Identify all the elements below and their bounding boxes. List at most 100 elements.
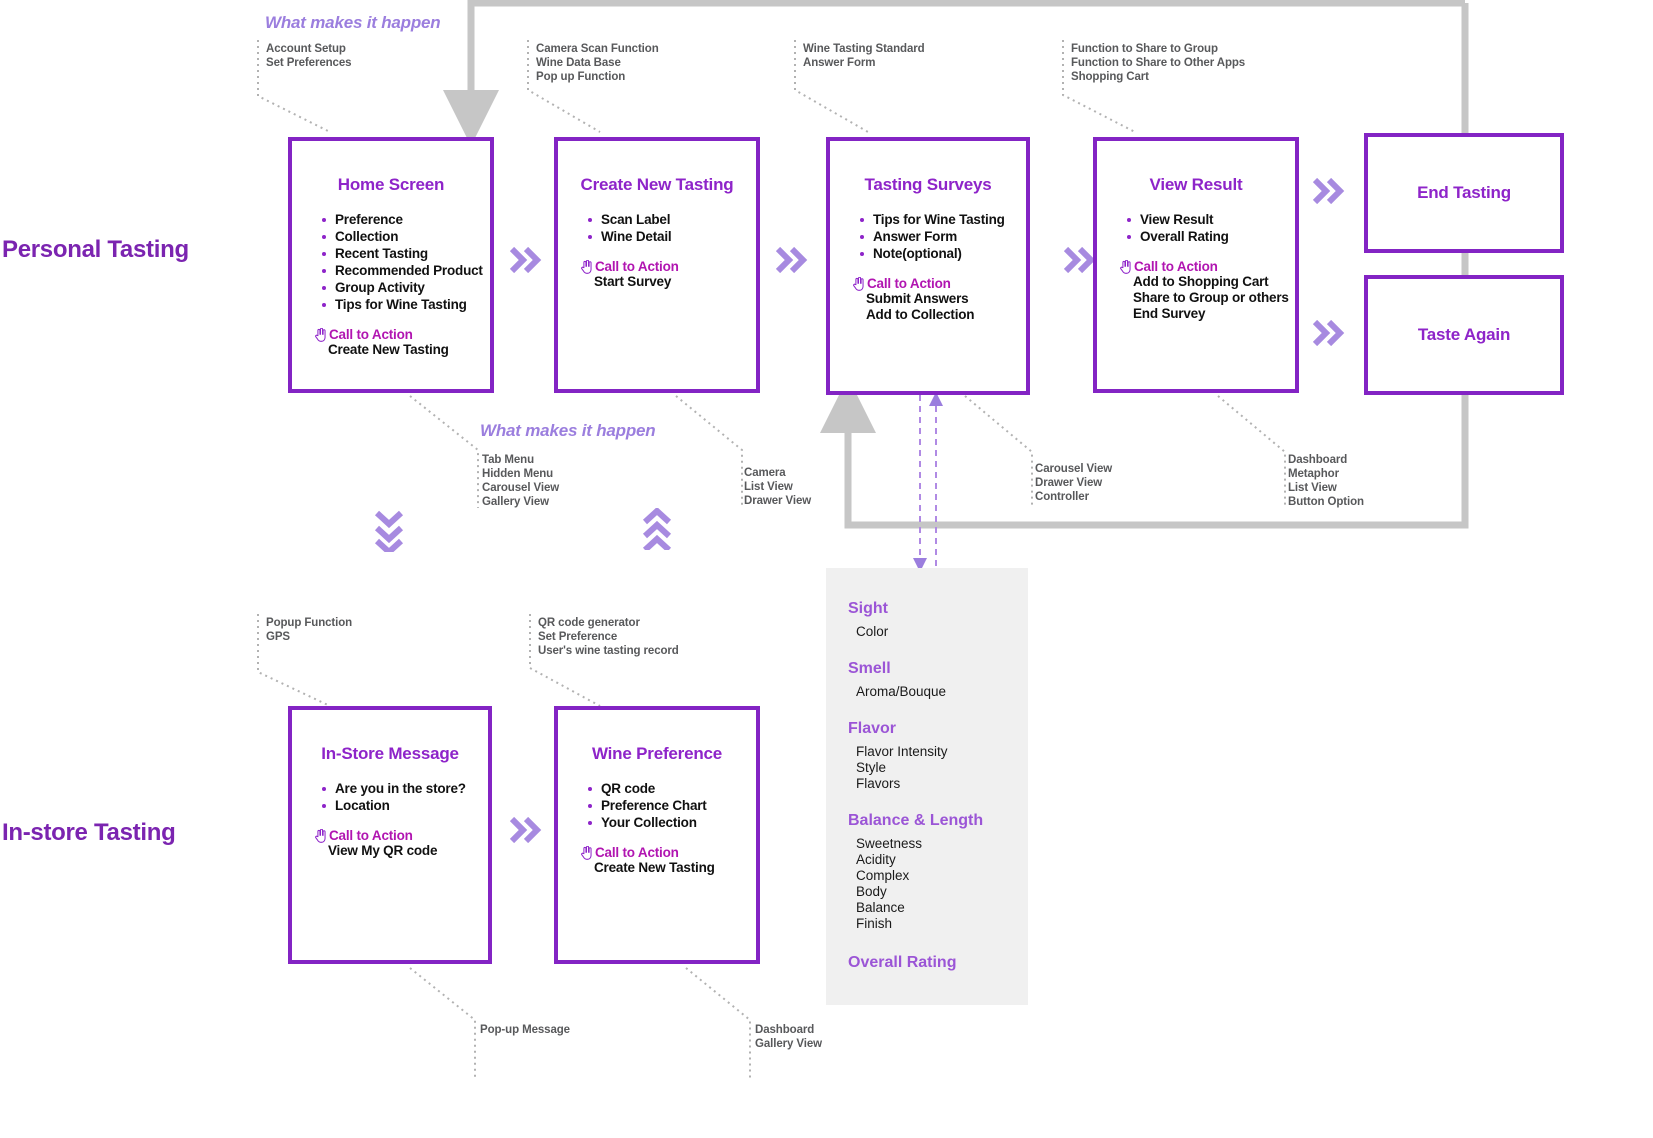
hand-click-icon: [581, 260, 592, 274]
survey-group-item: Balance: [856, 900, 905, 915]
call-to-action-header: Call to Action: [580, 845, 736, 860]
bullet-list: Preference Collection Recent Tasting Rec…: [320, 211, 483, 313]
annotation-line: Camera Scan Function: [536, 43, 659, 55]
section-label-in-store-tasting: In-store Tasting: [2, 819, 176, 846]
survey-criteria-panel: Sight Color Smell Aroma/Bouque Flavor Fl…: [826, 568, 1028, 1005]
survey-group-heading: Balance & Length: [848, 812, 984, 829]
annotation-dashboard-metaphor: Dashboard Metaphor List View Button Opti…: [1288, 453, 1364, 509]
annotation-share-functions: Function to Share to Group Function to S…: [1071, 42, 1245, 84]
annotation-line: Popup Function: [266, 617, 353, 629]
card-title-create-new-tasting: Create New Tasting: [580, 175, 734, 194]
call-to-action-block: Call to Action Submit Answers Add to Col…: [852, 276, 1006, 323]
call-to-action-item[interactable]: Submit Answers: [866, 291, 1006, 307]
chevron-down-icon-1: [374, 510, 406, 552]
annotation-line: Hidden Menu: [482, 468, 554, 480]
annotation-line: Gallery View: [755, 1038, 822, 1050]
chevron-right-icon: [1313, 178, 1345, 204]
card-taste-again[interactable]: Taste Again: [1364, 275, 1564, 395]
annotation-line: Gallery View: [482, 496, 549, 508]
leader-mid-2: [675, 395, 743, 508]
call-to-action-item[interactable]: Add to Shopping Cart: [1133, 274, 1275, 290]
call-to-action-block: Call to Action View My QR code: [314, 828, 468, 859]
annotation-line: List View: [744, 481, 793, 493]
annotation-line: Function to Share to Group: [1071, 43, 1218, 55]
call-to-action-item[interactable]: Start Survey: [594, 274, 736, 290]
annotation-line: Tab Menu: [482, 454, 535, 466]
leader-mid-4: [1217, 395, 1286, 505]
flow-diagram-canvas: Personal Tasting In-store Tasting What m…: [0, 0, 1653, 1138]
chevron-right-icon-2: [776, 247, 810, 273]
chevron-right-icon: [1313, 320, 1345, 346]
leader-mid-1: [409, 395, 479, 508]
annotation-carousel-drawer-controller: Carousel View Drawer View Controller: [1035, 462, 1112, 504]
annotation-popup-message: Pop-up Message: [480, 1023, 570, 1037]
call-to-action-label: Call to Action: [329, 828, 413, 843]
chevron-right-icon-6: [510, 817, 544, 843]
chevron-right-icon: [510, 247, 542, 273]
call-to-action-item[interactable]: Add to Collection: [866, 307, 1006, 323]
survey-group-item: Flavors: [856, 776, 901, 791]
bullet-list: View Result Overall Rating: [1125, 211, 1275, 245]
call-to-action-header: Call to Action: [314, 828, 468, 843]
annotation-line: List View: [1288, 482, 1337, 494]
call-to-action-label: Call to Action: [1134, 259, 1218, 274]
annotation-tab-menu: Tab Menu Hidden Menu Carousel View Galle…: [482, 453, 559, 509]
call-to-action-label: Call to Action: [867, 276, 951, 291]
survey-group-item: Body: [856, 884, 887, 899]
call-to-action-item[interactable]: End Survey: [1133, 306, 1275, 322]
card-home-screen[interactable]: Home Screen Preference Collection Recent…: [288, 137, 494, 393]
call-to-action-block: Call to Action Create New Tasting: [314, 327, 470, 358]
callout-what-makes-it-happen-top: What makes it happen: [265, 13, 441, 32]
leader-bottom-2: [685, 967, 751, 1078]
call-to-action-block: Call to Action Create New Tasting: [580, 845, 736, 876]
card-create-new-tasting[interactable]: Create New Tasting Scan Label Wine Detai…: [554, 137, 760, 393]
annotation-line: Drawer View: [1035, 477, 1103, 489]
chevron-right-icon: [510, 817, 542, 843]
list-item: Scan Label: [586, 211, 736, 228]
annotation-line: GPS: [266, 631, 290, 643]
annotation-wine-tasting-standard: Wine Tasting Standard Answer Form: [803, 42, 925, 70]
survey-group-heading: Flavor: [848, 720, 897, 737]
call-to-action-header: Call to Action: [852, 276, 1006, 291]
annotation-line: Pop-up Message: [480, 1024, 570, 1036]
hand-click-icon: [581, 846, 592, 860]
section-label-personal-tasting: Personal Tasting: [2, 236, 189, 263]
annotation-camera-scan: Camera Scan Function Wine Data Base Pop …: [536, 42, 659, 84]
chevron-up-icon: [642, 508, 672, 550]
leader-bottom-1: [409, 967, 476, 1078]
card-title-wine-preference: Wine Preference: [591, 744, 723, 763]
call-to-action-item[interactable]: View My QR code: [328, 843, 468, 859]
chevron-right-icon-1: [510, 247, 544, 273]
card-wine-preference[interactable]: Wine Preference QR code Preference Chart…: [554, 706, 760, 964]
list-item: Preference Chart: [586, 797, 736, 814]
annotation-line: Controller: [1035, 491, 1089, 503]
card-title-view-result: View Result: [1149, 175, 1243, 194]
chevron-up-icon-1: [642, 508, 674, 550]
annotation-dashboard-gallery: Dashboard Gallery View: [755, 1023, 822, 1051]
annotation-line: Dashboard: [1288, 454, 1348, 466]
annotation-line: Drawer View: [744, 495, 812, 507]
card-title-in-store-message: In-Store Message: [321, 744, 459, 763]
card-end-tasting[interactable]: End Tasting: [1364, 133, 1564, 253]
card-title-taste-again: Taste Again: [1417, 325, 1511, 344]
bullet-list: QR code Preference Chart Your Collection: [586, 780, 736, 831]
card-tasting-surveys[interactable]: Tasting Surveys Tips for Wine Tasting An…: [826, 137, 1030, 395]
hand-click-icon: [1120, 260, 1131, 274]
chevron-right-icon: [776, 247, 808, 273]
annotation-line: Carousel View: [1035, 463, 1113, 475]
annotation-line: Wine Tasting Standard: [803, 43, 925, 55]
list-item: Overall Rating: [1125, 228, 1275, 245]
bullet-list: Are you in the store? Location: [320, 780, 468, 814]
annotation-line: Wine Data Base: [536, 57, 621, 69]
chevron-right-icon-4: [1313, 178, 1347, 204]
card-view-result[interactable]: View Result View Result Overall Rating C…: [1093, 137, 1299, 393]
call-to-action-item[interactable]: Share to Group or others: [1133, 290, 1289, 306]
card-in-store-message[interactable]: In-Store Message Are you in the store? L…: [288, 706, 492, 964]
card-title-tasting-surveys: Tasting Surveys: [864, 175, 992, 194]
annotation-line: Carousel View: [482, 482, 560, 494]
call-to-action-block: Call to Action Start Survey: [580, 259, 736, 290]
call-to-action-item[interactable]: Create New Tasting: [594, 860, 736, 876]
annotation-line: Function to Share to Other Apps: [1071, 57, 1246, 69]
call-to-action-item[interactable]: Create New Tasting: [328, 342, 470, 358]
annotation-line: Dashboard: [755, 1024, 815, 1036]
